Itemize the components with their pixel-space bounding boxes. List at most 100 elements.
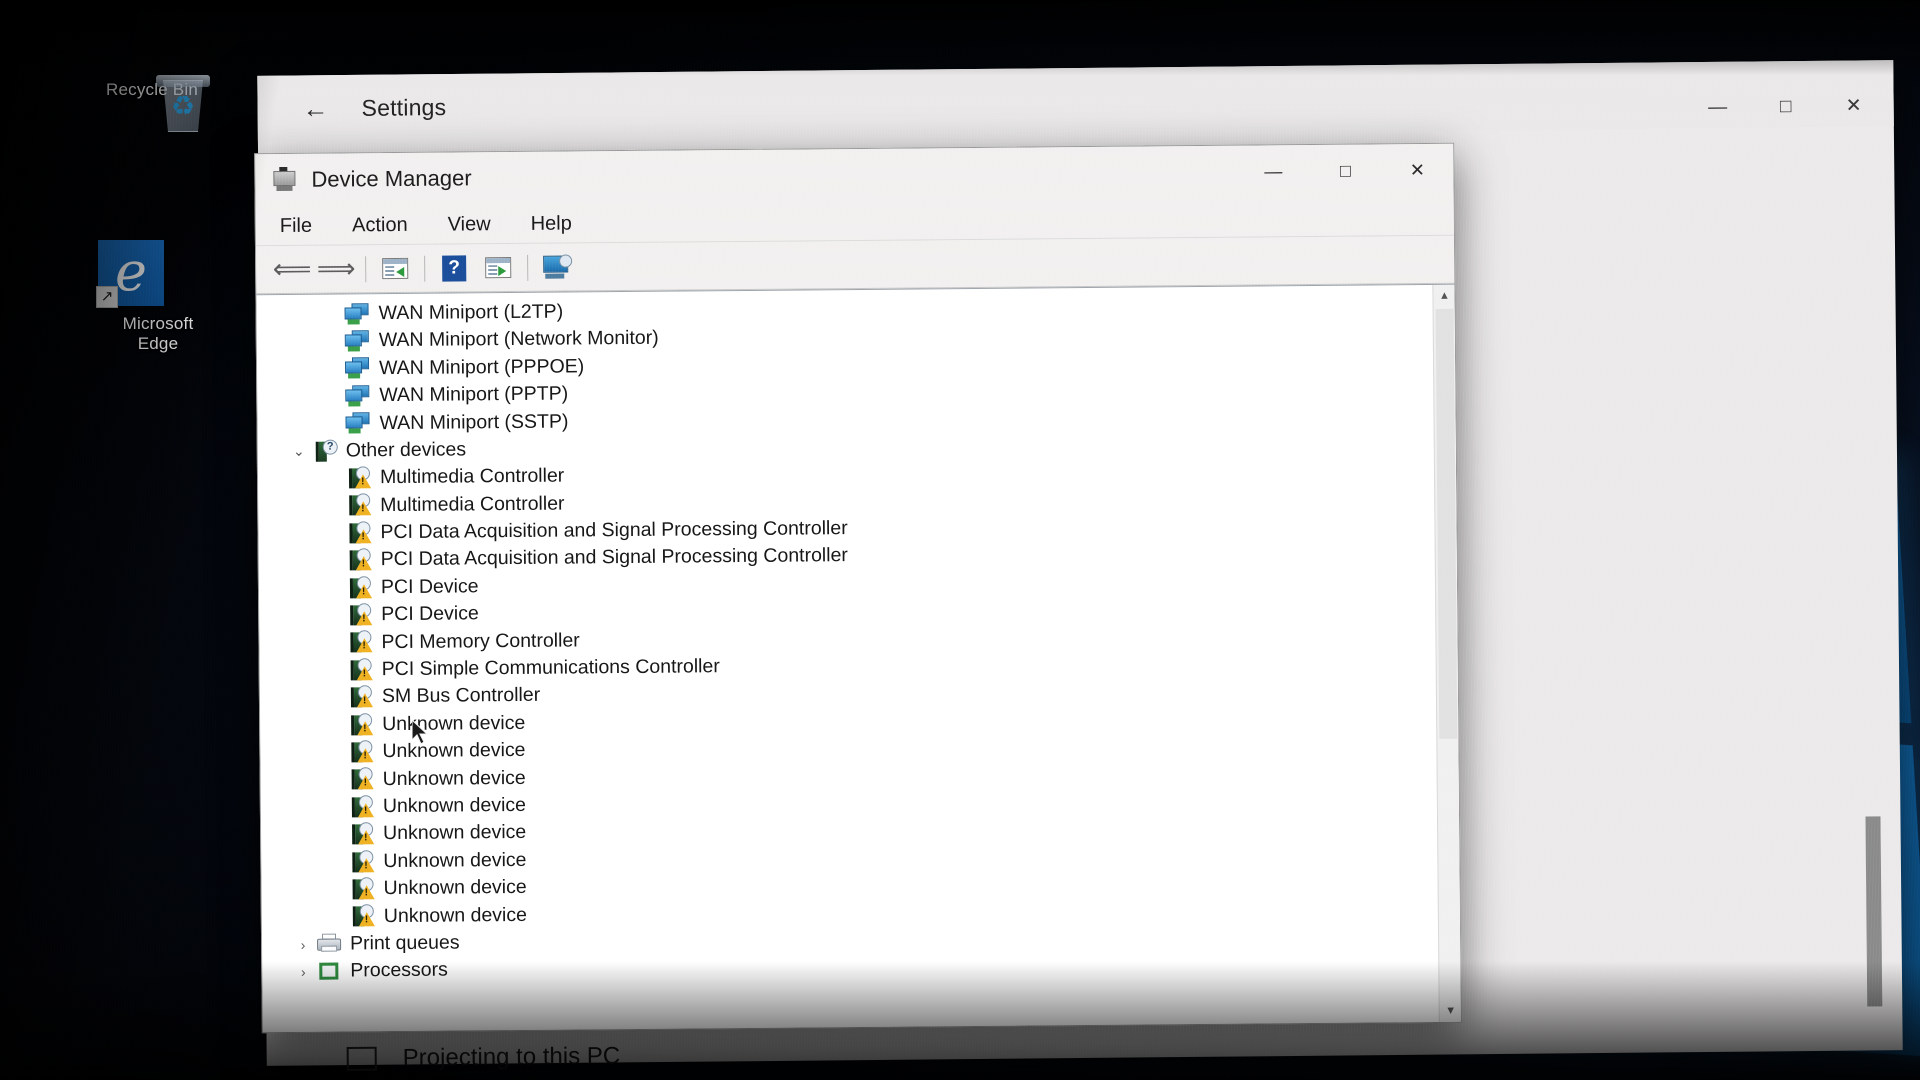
- unknown-device-icon: [350, 877, 376, 900]
- tree-chevron-icon[interactable]: ⌄: [286, 443, 312, 460]
- device-manager-window[interactable]: Device Manager — □ ✕ File Action View He…: [254, 142, 1462, 1034]
- tree-chevron-icon[interactable]: ›: [290, 964, 316, 980]
- settings-close-button[interactable]: ✕: [1819, 86, 1887, 127]
- device-tree-label: Unknown device: [383, 848, 527, 872]
- unknown-device-icon: [347, 630, 373, 654]
- maximize-button[interactable]: □: [1309, 144, 1381, 197]
- minimize-button[interactable]: —: [1237, 145, 1309, 198]
- network-adapter-icon: [345, 357, 371, 380]
- screen: ♻ Recycle Bin e ↗ Microsoft Edge ← Setti…: [0, 0, 1920, 1080]
- unknown-device-icon: [349, 849, 375, 873]
- settings-maximize-button[interactable]: □: [1751, 87, 1819, 128]
- toolbar-forward-button[interactable]: ⟹: [314, 250, 358, 288]
- toolbar-separator: [424, 255, 426, 282]
- unknown-device-icon: [348, 712, 374, 736]
- settings-title: Settings: [361, 93, 447, 121]
- scroll-down-button[interactable]: ▼: [1440, 1000, 1461, 1022]
- unknown-device-icon: [348, 658, 374, 681]
- other-devices-icon: ?: [312, 439, 338, 462]
- details-panel-icon: [485, 257, 512, 279]
- device-tree-label: Unknown device: [383, 821, 527, 845]
- scroll-up-button[interactable]: ▲: [1433, 285, 1455, 307]
- device-tree-label: PCI Data Acquisition and Signal Processi…: [380, 517, 848, 544]
- close-button[interactable]: ✕: [1381, 144, 1453, 197]
- network-adapter-icon: [345, 412, 371, 434]
- device-tree-label: WAN Miniport (L2TP): [378, 300, 564, 325]
- unknown-device-icon: [349, 822, 375, 845]
- shortcut-arrow-icon: ↗: [96, 286, 118, 308]
- menu-item-view[interactable]: View: [431, 204, 506, 245]
- toolbar-properties-button[interactable]: [373, 249, 417, 287]
- device-tree-label: WAN Miniport (Network Monitor): [378, 327, 659, 352]
- device-tree-label: Unknown device: [382, 711, 526, 735]
- device-tree-label: Multimedia Controller: [380, 492, 565, 516]
- device-tree-label: Unknown device: [383, 876, 527, 900]
- device-tree-label: PCI Data Acquisition and Signal Processi…: [380, 544, 848, 571]
- device-tree-label: Multimedia Controller: [379, 464, 565, 489]
- scan-monitor-icon: [542, 253, 573, 280]
- forward-arrow-icon: ⟹: [316, 253, 356, 284]
- settings-window-controls: — □ ✕: [1683, 86, 1887, 128]
- printer-icon: [316, 933, 342, 955]
- unknown-device-icon: [349, 794, 375, 818]
- processor-icon: [316, 961, 342, 983]
- settings-scrollbar-thumb[interactable]: [1865, 816, 1883, 1007]
- unknown-device-icon: [348, 740, 374, 763]
- device-tree-label: WAN Miniport (PPTP): [379, 382, 569, 407]
- device-tree-label: WAN Miniport (PPPOE): [378, 355, 585, 379]
- desktop-icon-recycle-bin[interactable]: ♻ Recycle Bin: [92, 72, 212, 132]
- device-tree-label: Processors: [350, 958, 448, 982]
- toolbar-help-button[interactable]: ?: [432, 249, 476, 287]
- toolbar-details-button[interactable]: [476, 248, 520, 286]
- microsoft-edge-icon: e ↗: [96, 240, 218, 308]
- toolbar-separator: [527, 254, 529, 281]
- settings-back-button[interactable]: ←: [287, 88, 343, 129]
- network-adapter-icon: [344, 302, 370, 325]
- unknown-device-icon: [349, 767, 375, 791]
- unknown-device-icon: [346, 466, 372, 489]
- network-adapter-icon: [345, 385, 371, 407]
- window-title: Device Manager: [311, 165, 472, 192]
- device-tree-label: PCI Simple Communications Controller: [381, 655, 720, 681]
- projector-icon: [346, 1046, 377, 1072]
- settings-list-item-projecting[interactable]: Projecting to this PC: [346, 1042, 621, 1073]
- device-tree-panel[interactable]: WAN Miniport (L2TP) WAN Miniport (Network…: [256, 283, 1461, 1033]
- unknown-device-icon: [350, 904, 376, 928]
- back-arrow-icon: ⟸: [272, 253, 312, 285]
- desktop-icon-label: Microsoft: [122, 314, 194, 333]
- unknown-device-icon: [347, 575, 373, 599]
- unknown-device-icon: [348, 685, 374, 708]
- device-tree-label: Unknown device: [382, 766, 526, 790]
- device-tree-label: Unknown device: [382, 793, 527, 818]
- tree-chevron-icon[interactable]: ›: [290, 936, 316, 953]
- menu-item-file[interactable]: File: [264, 205, 329, 246]
- settings-minimize-button[interactable]: —: [1683, 88, 1751, 129]
- device-tree-label: PCI Device: [380, 575, 479, 599]
- network-adapter-icon: [344, 330, 371, 352]
- device-tree-label: Print queues: [349, 931, 460, 955]
- unknown-device-icon: [347, 603, 373, 626]
- device-manager-titlebar: Device Manager — □ ✕: [255, 143, 1454, 207]
- device-tree[interactable]: WAN Miniport (L2TP) WAN Miniport (Network…: [256, 285, 1438, 1032]
- device-tree-label: Other devices: [345, 438, 467, 462]
- toolbar-back-button[interactable]: ⟸: [270, 250, 314, 288]
- unknown-device-icon: [346, 493, 372, 517]
- desktop-icon-microsoft-edge[interactable]: e ↗ Microsoft Edge: [96, 240, 218, 354]
- unknown-device-icon: [347, 548, 373, 571]
- menu-item-action[interactable]: Action: [336, 204, 424, 245]
- desktop-icon-label-line2: Edge: [137, 334, 179, 353]
- device-tree-label: Unknown device: [383, 903, 528, 927]
- device-manager-app-icon: [271, 166, 297, 193]
- device-tree-label: SM Bus Controller: [381, 684, 541, 708]
- help-icon: ?: [442, 254, 467, 282]
- toolbar-scan-button[interactable]: [535, 248, 579, 286]
- settings-list-item-label: Projecting to this PC: [402, 1042, 621, 1072]
- menu-item-help[interactable]: Help: [514, 203, 587, 244]
- properties-panel-icon: [382, 257, 409, 280]
- device-tree-label: PCI Device: [381, 602, 479, 626]
- device-tree-label: PCI Memory Controller: [381, 629, 580, 653]
- scrollbar-thumb[interactable]: [1435, 308, 1458, 739]
- device-tree-label: Unknown device: [382, 739, 526, 763]
- device-tree-label: WAN Miniport (SSTP): [379, 410, 569, 434]
- toolbar-separator: [365, 255, 367, 282]
